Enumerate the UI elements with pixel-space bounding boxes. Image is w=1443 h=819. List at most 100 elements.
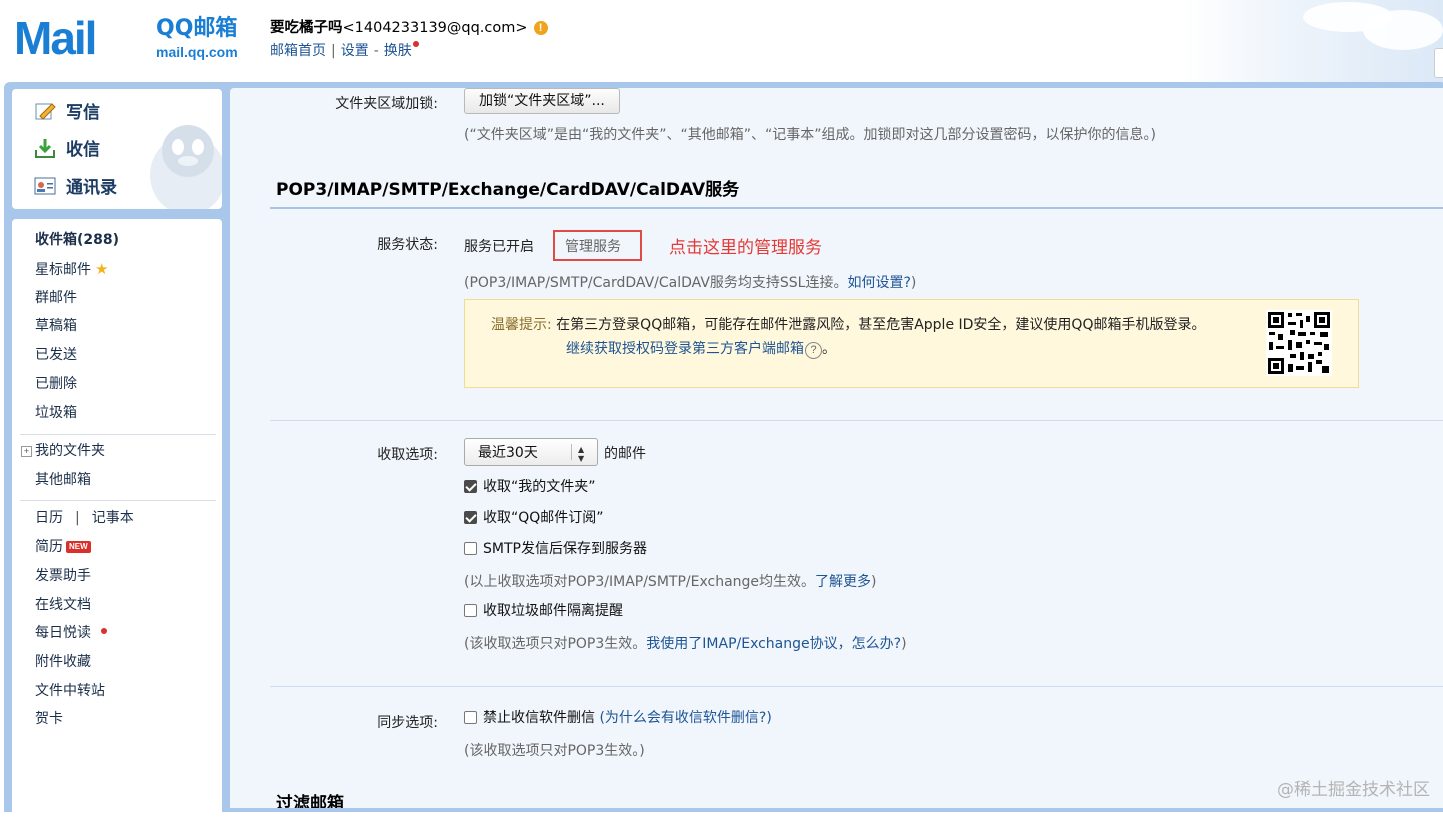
download-tray-icon [35,139,55,158]
fetch-subscriptions-option[interactable]: 收取“QQ邮件订阅” [464,509,604,527]
tip-line-1: 温馨提示: 在第三方登录QQ邮箱，可能存在邮件泄露风险，甚至危害Apple ID… [491,314,1205,334]
folder-lock-label: 文件夹区域加锁: [335,96,438,112]
sidebar-item-group[interactable]: 群邮件 [35,289,77,307]
mail-home-link[interactable]: 邮箱首页 [270,43,326,59]
sidebar-item-attachments[interactable]: 附件收藏 [35,653,91,671]
section-divider [270,420,1443,421]
contacts-button[interactable]: 通讯录 [34,174,117,202]
option-label: SMTP发信后保存到服务器 [483,541,647,557]
smtp-save-option[interactable]: SMTP发信后保存到服务器 [464,540,647,558]
checkbox-unchecked[interactable] [464,542,477,555]
separator: - [373,43,379,59]
new-badge: NEW [66,541,91,553]
how-to-setup-link[interactable]: 如何设置? [847,275,910,291]
manage-service-link[interactable]: 管理服务 [565,236,621,256]
hint-end: ) [901,636,907,652]
sidebar-item-calendar-notes: 日历 | 记事本 [35,509,134,527]
learn-more-link[interactable]: 了解更多 [815,574,871,590]
inbox-button[interactable]: 收信 [34,136,100,164]
no-delete-option[interactable]: 禁止收信软件删信 (为什么会有收信软件删信?) [464,709,772,727]
section-divider [270,207,1443,209]
ssl-hint-end: ) [910,275,917,291]
select-divider [571,444,572,460]
sidebar-folder-list: 收件箱(288) 星标邮件 ★ 群邮件 草稿箱 已发送 已删除 垃圾箱 + 我的文… [12,219,222,819]
sidebar-item-docs[interactable]: 在线文档 [35,596,91,614]
hint-text: (以上收取选项对POP3/IMAP/SMTP/Exchange均生效。 [464,574,816,590]
get-auth-code-link[interactable]: 继续获取授权码登录第三方客户端邮箱 [566,341,804,357]
section-title: POP3/IMAP/SMTP/Exchange/CardDAV/CalDAV服务 [276,180,740,200]
fetch-range-select[interactable]: 最近30天 ▲ ▼ [464,438,598,466]
tip-label: 温馨提示: [491,317,552,333]
contacts-label: 通讯录 [66,178,117,198]
pencil-icon [35,103,56,120]
spam-alert-option[interactable]: 收取垃圾邮件隔离提醒 [464,602,623,620]
fetch-options-label: 收取选项: [377,447,438,463]
divider [20,500,216,501]
qq-mail-logo[interactable]: Mail QQ邮箱 mail.qq.com [14,12,246,64]
sidebar-item-deleted[interactable]: 已删除 [35,375,77,393]
skin-link[interactable]: 换肤 [384,43,412,59]
settings-link[interactable]: 设置 [341,43,369,59]
option-label: 收取“QQ邮件订阅” [483,510,604,526]
sidebar-item-drafts[interactable]: 草稿箱 [35,317,77,335]
next-section-title: 过滤邮箱 [276,794,344,808]
user-info: 要吃橘子吗<1404233139@qq.com>! [270,16,548,37]
sky-banner [1183,0,1443,82]
select-value: 最近30天 [478,445,538,461]
sidebar-item-daily-read[interactable]: 每日悦读 [35,624,107,642]
annotation-text: 点击这里的管理服务 [669,238,822,258]
contact-card-icon [34,177,56,195]
hint-end: ) [871,574,877,590]
imap-help-link[interactable]: 我使用了IMAP/Exchange协议，怎么办? [646,636,901,652]
sidebar-item-my-folders[interactable]: 我的文件夹 [35,442,105,460]
option-label: 收取垃圾邮件隔离提醒 [483,603,623,619]
why-delete-link[interactable]: (为什么会有收信软件删信?) [599,710,771,726]
qr-code-icon[interactable] [1266,310,1332,376]
sidebar-item-other-mailboxes[interactable]: 其他邮箱 [35,471,91,489]
checkbox-checked[interactable] [464,511,477,524]
calendar-link[interactable]: 日历 [35,510,63,526]
checkbox-checked[interactable] [464,480,477,493]
warning-icon[interactable]: ! [533,21,548,35]
tip-line-2: 继续获取授权码登录第三方客户端邮箱?。 [566,338,836,359]
sidebar-item-starred[interactable]: 星标邮件 ★ [35,260,108,279]
logo-domain: mail.qq.com [156,44,238,60]
notification-dot [412,41,419,47]
watermark-text: @稀土掘金技术社区 [1277,780,1430,800]
sidebar-item-label: 星标邮件 [35,262,91,278]
option-label: 禁止收信软件删信 [483,710,595,726]
folder-lock-hint: (“文件夹区域”是由“我的文件夹”、“其他邮箱”、“记事本”组成。加锁即对这几部… [464,127,1156,143]
notification-dot [101,628,107,634]
right-edge-tab[interactable] [1434,48,1443,78]
settings-main-panel: 文件夹区域加锁: 加锁“文件夹区域”... (“文件夹区域”是由“我的文件夹”、… [230,88,1443,808]
sidebar-item-label: 简历 [35,539,63,555]
compose-button[interactable]: 写信 [34,99,100,127]
checkbox-unchecked[interactable] [464,604,477,617]
sidebar-actions: 写信 收信 通讯录 [12,89,222,209]
checkbox-unchecked[interactable] [464,711,477,724]
top-header: Mail QQ邮箱 mail.qq.com 要吃橘子吗<1404233139@q… [0,0,1443,82]
sidebar-item-invoice[interactable]: 发票助手 [35,567,91,585]
sidebar-item-inbox[interactable]: 收件箱(288) [35,231,119,249]
tip-end: 。 [822,341,836,357]
sidebar-item-spam[interactable]: 垃圾箱 [35,404,77,422]
penguin-watermark-icon [150,125,222,209]
lock-folder-button[interactable]: 加锁“文件夹区域”... [464,88,620,114]
notes-link[interactable]: 记事本 [92,510,134,526]
sidebar-item-transfer[interactable]: 文件中转站 [35,682,105,700]
expand-plus-icon[interactable]: + [21,446,32,457]
fetch-hint-1: (以上收取选项对POP3/IMAP/SMTP/Exchange均生效。了解更多) [464,571,877,591]
sidebar-item-resume[interactable]: 简历 NEW [35,538,91,556]
sidebar-item-sent[interactable]: 已发送 [35,346,77,364]
sync-hint: (该收取选项只对POP3生效。) [464,743,645,759]
service-status-label: 服务状态: [377,237,438,253]
help-question-icon[interactable]: ? [805,342,822,359]
fetch-hint-2: (该收取选项只对POP3生效。我使用了IMAP/Exchange协议，怎么办?) [464,633,907,653]
user-name[interactable]: 要吃橘子吗 [270,20,343,36]
inbox-label: 收信 [66,140,100,160]
section-divider [270,686,1443,687]
ssl-hint: (POP3/IMAP/SMTP/CardDAV/CalDAV服务均支持SSL连接… [464,272,916,292]
fetch-my-folders-option[interactable]: 收取“我的文件夹” [464,478,596,496]
sidebar-item-card[interactable]: 贺卡 [35,710,63,728]
user-email: <1404233139@qq.com> [342,20,528,36]
